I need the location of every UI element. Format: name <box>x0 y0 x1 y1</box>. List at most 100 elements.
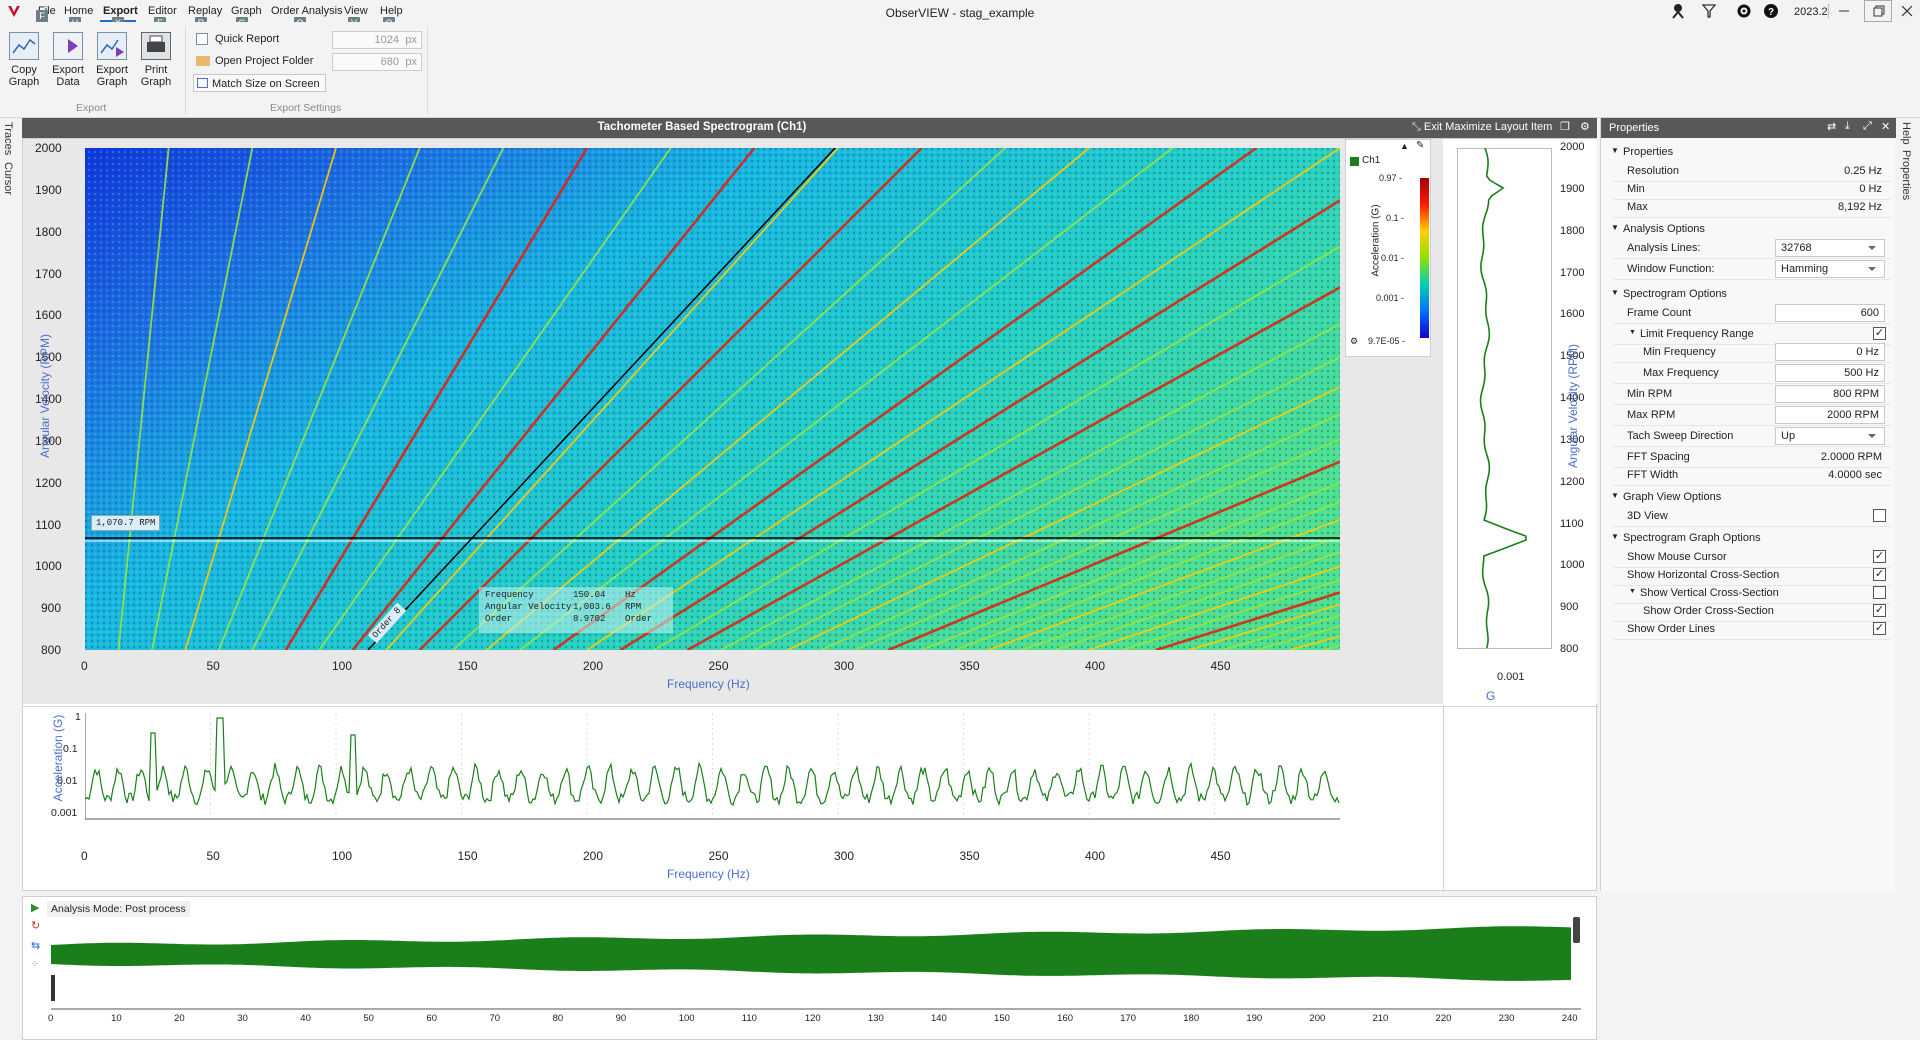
overview-x-tick: 30 <box>237 1013 248 1024</box>
range-handle-left[interactable] <box>51 975 55 1001</box>
property-row[interactable]: Max RPM 2000 RPM <box>1601 405 1896 426</box>
print-graph-button[interactable]: Print Graph <box>134 32 178 88</box>
property-input[interactable]: 500 Hz <box>1775 364 1885 382</box>
spectrogram-panel-header: Tachometer Based Spectrogram (Ch1) ⤡ Exi… <box>22 118 1597 138</box>
spectrogram-y-tick: 1100 <box>35 517 61 532</box>
collapse-arrow-icon[interactable]: ▼ <box>1611 146 1619 155</box>
property-dropdown[interactable]: Up <box>1775 427 1885 445</box>
color-legend: ▲ ✎ Ch1 Acceleration (G) 0.97 - 0.1 - 0.… <box>1345 139 1431 357</box>
property-row: Min 0 Hz <box>1601 179 1896 200</box>
property-label: FFT Spacing <box>1627 451 1690 463</box>
property-row[interactable]: Analysis Lines: 32768 <box>1601 238 1896 259</box>
property-row[interactable]: ▼ Limit Frequency Range ✓ <box>1601 324 1896 345</box>
panel-settings-icon[interactable]: ⚙ <box>1580 120 1590 133</box>
network-icon[interactable] <box>1670 3 1688 19</box>
property-checkbox[interactable]: ✓ <box>1873 604 1886 617</box>
gear-icon[interactable] <box>1736 3 1752 19</box>
property-input[interactable]: 800 RPM <box>1775 385 1885 403</box>
spectrogram-layout: 1,070.7 RPM Order 8 Frequency 150.04 Hz An… <box>22 138 1598 892</box>
collapse-arrow-icon[interactable]: ▼ <box>1611 491 1619 500</box>
properties-tab[interactable]: Properties <box>1900 150 1912 200</box>
property-input[interactable]: 2000 RPM <box>1775 406 1885 424</box>
property-row[interactable]: Window Function: Hamming <box>1601 259 1896 280</box>
export-height-field[interactable]: 680 px <box>332 53 422 71</box>
help-tab[interactable]: Help <box>1900 122 1912 145</box>
dock-icon[interactable]: ⤓ <box>1845 120 1850 133</box>
window-icon[interactable]: ❐ <box>1560 120 1570 133</box>
property-input[interactable]: 600 <box>1775 304 1885 322</box>
export-graph-label-1: Export <box>96 64 128 76</box>
export-width-field[interactable]: 1024 px <box>332 31 422 49</box>
property-row[interactable]: Show Horizontal Cross-Section ✓ <box>1601 565 1896 586</box>
legend-edit-icon[interactable]: ✎ <box>1416 140 1424 151</box>
property-checkbox[interactable] <box>1873 586 1886 599</box>
copy-graph-icon <box>9 32 39 60</box>
property-dropdown[interactable]: Hamming <box>1775 260 1885 278</box>
property-row[interactable]: Min Frequency 0 Hz <box>1601 342 1896 363</box>
property-row[interactable]: Show Order Cross-Section ✓ <box>1601 601 1896 622</box>
play-icon[interactable]: ▶ <box>31 901 39 914</box>
export-graph-button[interactable]: Export Graph <box>90 32 134 88</box>
help-icon[interactable]: ? <box>1763 3 1779 19</box>
tooltip-value: 8.9702 <box>573 614 606 624</box>
printer-icon <box>141 32 171 60</box>
copy-graph-button[interactable]: Copy Graph <box>2 32 46 88</box>
close-panel-icon[interactable]: ✕ <box>1881 120 1890 133</box>
spectrogram-y-tick: 800 <box>40 643 61 657</box>
property-row[interactable]: Tach Sweep Direction Up <box>1601 426 1896 447</box>
property-row[interactable]: Show Mouse Cursor ✓ <box>1601 547 1896 568</box>
rpm-profile-plot[interactable] <box>1457 148 1552 666</box>
property-row[interactable]: 3D View <box>1601 506 1896 527</box>
property-label: Spectrogram Options <box>1623 288 1727 300</box>
property-row[interactable]: Show Order Lines ✓ <box>1601 619 1896 640</box>
property-checkbox[interactable]: ✓ <box>1873 568 1886 581</box>
cross-section-plot[interactable] <box>85 713 1342 823</box>
property-row[interactable]: Min RPM 800 RPM <box>1601 384 1896 405</box>
markers-icon[interactable]: ⁘ <box>31 959 39 970</box>
maximize-icon[interactable]: ⤢ <box>1863 120 1872 133</box>
property-section: ▼ Spectrogram Options <box>1601 284 1896 304</box>
property-input[interactable]: 0 Hz <box>1775 343 1885 361</box>
collapse-arrow-icon[interactable]: ▼ <box>1611 288 1619 297</box>
print-graph-label-2: Graph <box>140 76 172 88</box>
property-checkbox[interactable]: ✓ <box>1873 327 1886 340</box>
exit-maximize-button[interactable]: ⤡ Exit Maximize Layout Item <box>1412 121 1552 134</box>
export-data-button[interactable]: Export Data <box>46 32 90 88</box>
close-icon[interactable] <box>1900 4 1914 18</box>
legend-channel-label: Ch1 <box>1362 155 1381 166</box>
property-label: Analysis Lines: <box>1627 242 1701 254</box>
quick-report-button[interactable]: Quick Report <box>196 30 279 48</box>
row-separator <box>1613 526 1891 527</box>
collapse-arrow-icon[interactable]: ▼ <box>1629 329 1636 336</box>
property-row[interactable]: Frame Count 600 <box>1601 303 1896 324</box>
property-row[interactable]: ▼ Show Vertical Cross-Section <box>1601 583 1896 604</box>
property-checkbox[interactable] <box>1873 509 1886 522</box>
filter-icon[interactable] <box>1702 4 1716 18</box>
range-handle-right[interactable] <box>1573 917 1580 943</box>
restore-button[interactable] <box>1864 0 1892 22</box>
property-checkbox[interactable]: ✓ <box>1873 550 1886 563</box>
collapse-arrow-icon[interactable]: ▼ <box>1611 223 1619 232</box>
minimize-icon[interactable] <box>1837 4 1851 18</box>
tooltip-value: 150.04 <box>573 590 606 600</box>
spectrogram-x-axis-title: Frequency (Hz) <box>667 677 750 691</box>
overview-waveform[interactable] <box>51 915 1581 1015</box>
property-row[interactable]: Max Frequency 500 Hz <box>1601 363 1896 384</box>
cursor-tab[interactable]: Cursor <box>2 162 14 195</box>
menu-bar: File Home Export Editor Replay Graph Ord… <box>0 0 1920 30</box>
property-label: FFT Width <box>1627 469 1679 481</box>
loop-icon[interactable]: ⇆ <box>31 939 40 952</box>
swap-icon[interactable]: ⇄ <box>1827 120 1836 133</box>
traces-tab[interactable]: Traces <box>2 122 14 155</box>
property-dropdown[interactable]: 32768 <box>1775 239 1885 257</box>
spectrogram-plot[interactable] <box>85 148 1340 650</box>
legend-collapse-icon[interactable]: ▲ <box>1400 141 1409 151</box>
match-size-button[interactable]: Match Size on Screen <box>193 74 326 92</box>
open-project-folder-button[interactable]: Open Project Folder <box>196 52 313 70</box>
collapse-arrow-icon[interactable]: ▼ <box>1611 532 1619 541</box>
property-checkbox[interactable]: ✓ <box>1873 622 1886 635</box>
export-settings-group-label: Export Settings <box>270 102 342 114</box>
collapse-arrow-icon[interactable]: ▼ <box>1629 588 1636 595</box>
reset-icon[interactable]: ↻ <box>31 919 40 932</box>
legend-settings-icon[interactable]: ⚙ <box>1350 336 1358 347</box>
